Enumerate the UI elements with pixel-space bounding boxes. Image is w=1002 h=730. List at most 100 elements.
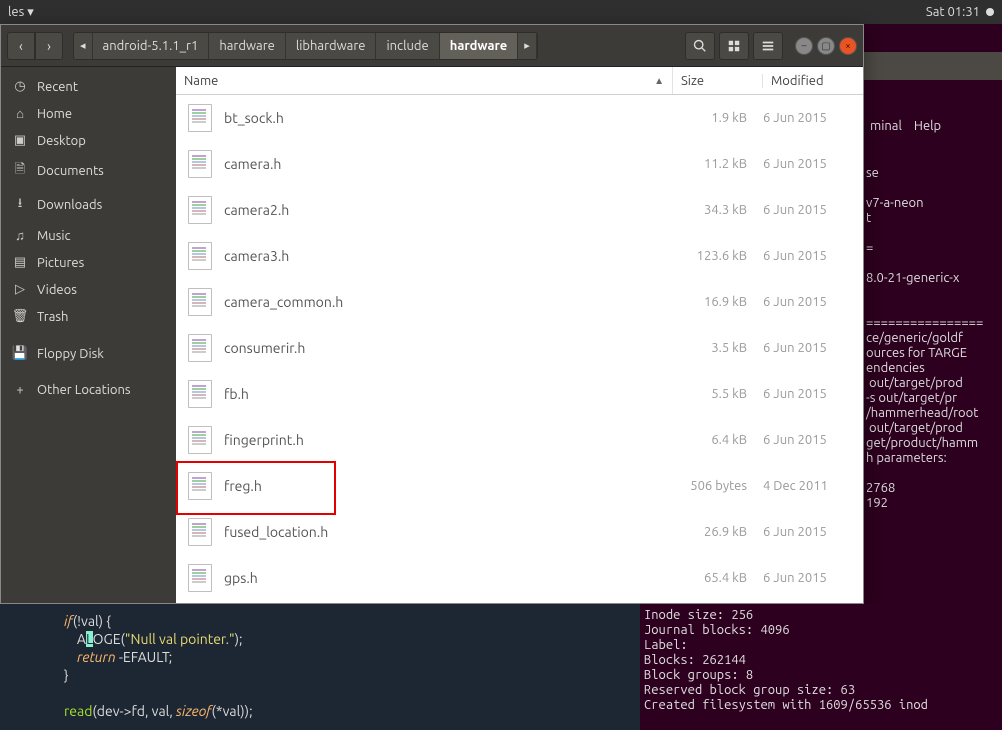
sidebar-item-label: Trash <box>37 310 68 324</box>
file-manager-toolbar: ‹ › ◂android-5.1.1_r1hardwarelibhardware… <box>1 25 863 67</box>
hamburger-menu-button[interactable] <box>753 32 783 60</box>
file-size: 6.4 kB <box>673 433 763 447</box>
file-icon <box>188 150 212 178</box>
file-modified: 4 Dec 2011 <box>763 479 863 493</box>
downloads-icon: ⭳ <box>13 194 27 216</box>
file-size: 34.3 kB <box>673 203 763 217</box>
hamburger-icon <box>761 39 775 53</box>
file-modified: 6 Jun 2015 <box>763 433 863 447</box>
clock-icon: ◷ <box>13 79 27 94</box>
breadcrumb-segment[interactable]: libhardware <box>286 33 377 59</box>
file-row[interactable]: consumerir.h3.5 kB6 Jun 2015 <box>176 325 863 371</box>
file-icon <box>188 564 212 592</box>
file-size: 65.4 kB <box>673 571 763 585</box>
file-size: 1.9 kB <box>673 111 763 125</box>
file-icon <box>188 380 212 408</box>
sidebar-item-home[interactable]: ⌂Home <box>1 100 176 127</box>
sidebar-item-videos[interactable]: ▷Videos <box>1 276 176 303</box>
terminal-titlebar[interactable] <box>864 52 1002 80</box>
sidebar-item-label: Documents <box>37 164 104 178</box>
file-modified: 6 Jun 2015 <box>763 295 863 309</box>
breadcrumb-segment[interactable]: ◂ <box>74 33 93 59</box>
sidebar-item-label: Downloads <box>37 198 102 212</box>
col-header-modified[interactable]: Modified <box>763 74 863 88</box>
sidebar: ◷Recent⌂Home ▣ Desktop 🗎Documents ⭳ Downloads… <box>1 67 176 603</box>
window-maximize-button[interactable]: ▢ <box>817 37 835 55</box>
column-headers: Name ▲ Size Modified <box>176 67 863 95</box>
file-row[interactable]: fb.h5.5 kB6 Jun 2015 <box>176 371 863 417</box>
file-row[interactable]: camera2.h34.3 kB6 Jun 2015 <box>176 187 863 233</box>
sidebar-item-desktop[interactable]: ▣ Desktop <box>1 127 176 154</box>
file-row[interactable]: camera3.h123.6 kB6 Jun 2015 <box>176 233 863 279</box>
nav-back-button[interactable]: ‹ <box>7 32 35 60</box>
file-row[interactable]: fused_location.h26.9 kB6 Jun 2015 <box>176 509 863 555</box>
file-listing: Name ▲ Size Modified bt_sock.h1.9 kB6 Ju… <box>176 67 863 603</box>
sort-asc-icon: ▲ <box>654 75 664 87</box>
file-icon <box>188 196 212 224</box>
sidebar-item-trash[interactable]: 🗑Trash <box>1 303 176 330</box>
file-name: fb.h <box>224 386 673 402</box>
file-size: 3.5 kB <box>673 341 763 355</box>
file-modified: 6 Jun 2015 <box>763 249 863 263</box>
file-modified: 6 Jun 2015 <box>763 341 863 355</box>
col-header-name[interactable]: Name ▲ <box>176 67 673 94</box>
other-icon: + <box>13 383 27 397</box>
file-size: 5.5 kB <box>673 387 763 401</box>
breadcrumb-segment[interactable]: ▸ <box>518 33 537 59</box>
sidebar-item-pictures[interactable]: ▤Pictures <box>1 249 176 276</box>
terminal-menu-item[interactable]: Help <box>914 119 941 133</box>
window-minimize-button[interactable]: – <box>795 37 813 55</box>
desktop-icon: ▣ <box>13 133 27 148</box>
breadcrumb-segment[interactable]: include <box>376 33 439 59</box>
clock-dot-icon <box>986 8 994 16</box>
terminal-menu-item[interactable]: minal <box>870 119 902 133</box>
file-name: freg.h <box>224 478 673 494</box>
window-controls: – ▢ × <box>795 37 857 55</box>
breadcrumb-segment[interactable]: hardware <box>209 33 285 59</box>
sidebar-item-recent[interactable]: ◷Recent <box>1 73 176 100</box>
nav-forward-button[interactable]: › <box>35 32 63 60</box>
file-icon <box>188 426 212 454</box>
file-modified: 6 Jun 2015 <box>763 203 863 217</box>
search-button[interactable] <box>685 32 715 60</box>
file-size: 123.6 kB <box>673 249 763 263</box>
file-row[interactable]: freg.h506 bytes4 Dec 2011 <box>176 463 863 509</box>
terminal-output-bottom: Inode size: 256 Journal blocks: 4096 Lab… <box>640 604 1002 730</box>
file-name: camera3.h <box>224 248 673 264</box>
breadcrumb-segment[interactable]: android-5.1.1_r1 <box>93 33 210 59</box>
file-row[interactable]: fingerprint.h6.4 kB6 Jun 2015 <box>176 417 863 463</box>
file-row[interactable]: camera.h11.2 kB6 Jun 2015 <box>176 141 863 187</box>
sidebar-item-documents[interactable]: 🗎Documents <box>1 154 176 188</box>
sidebar-item-label: Desktop <box>37 134 86 148</box>
sidebar-item-label: Videos <box>37 283 77 297</box>
file-name: camera_common.h <box>224 294 673 310</box>
menubar-left[interactable]: les ▾ <box>8 5 926 20</box>
code-editor[interactable]: if(!val) { ALOGE("Null val pointer."); r… <box>0 604 640 730</box>
file-size: 26.9 kB <box>673 525 763 539</box>
file-row[interactable]: camera_common.h16.9 kB6 Jun 2015 <box>176 279 863 325</box>
file-icon <box>188 104 212 132</box>
breadcrumb-segment[interactable]: hardware <box>440 33 519 59</box>
sidebar-item-floppy-disk[interactable]: 💾Floppy Disk <box>1 340 176 367</box>
grid-icon <box>727 39 741 53</box>
sidebar-item-music[interactable]: ♫ Music <box>1 222 176 249</box>
file-modified: 6 Jun 2015 <box>763 157 863 171</box>
sidebar-item-label: Music <box>37 229 71 243</box>
sidebar-item-other-locations[interactable]: +Other Locations <box>1 377 176 403</box>
file-modified: 6 Jun 2015 <box>763 111 863 125</box>
window-close-button[interactable]: × <box>839 37 857 55</box>
sidebar-item-label: Pictures <box>37 256 84 270</box>
text-cursor: L <box>86 631 93 647</box>
menubar-clock[interactable]: Sat 01:31 <box>926 5 994 19</box>
col-header-size[interactable]: Size <box>673 74 763 88</box>
file-icon <box>188 288 212 316</box>
view-grid-button[interactable] <box>719 32 749 60</box>
file-modified: 6 Jun 2015 <box>763 387 863 401</box>
sidebar-item-downloads[interactable]: ⭳ Downloads <box>1 188 176 222</box>
file-rows[interactable]: bt_sock.h1.9 kB6 Jun 2015camera.h11.2 kB… <box>176 95 863 603</box>
file-name: consumerir.h <box>224 340 673 356</box>
file-row[interactable]: bt_sock.h1.9 kB6 Jun 2015 <box>176 95 863 141</box>
file-row[interactable]: gps.h65.4 kB6 Jun 2015 <box>176 555 863 601</box>
terminal-menubar: minal Help <box>866 114 1000 138</box>
music-icon: ♫ <box>13 228 27 243</box>
